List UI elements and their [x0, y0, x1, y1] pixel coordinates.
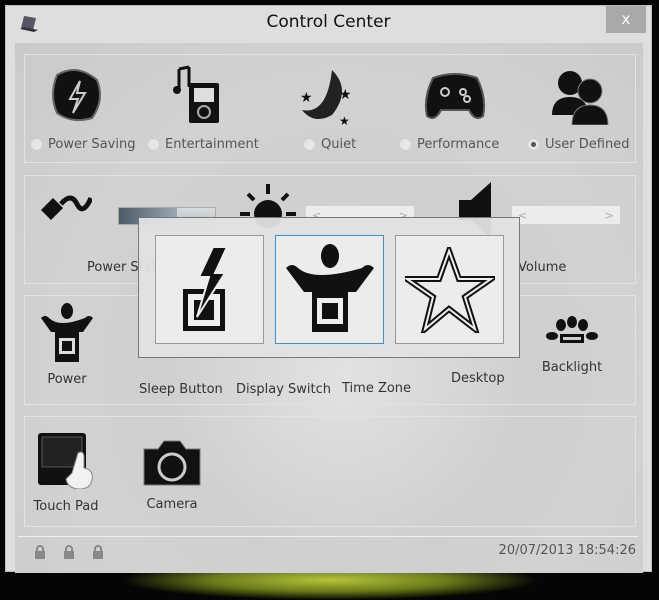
cpu-person-icon — [285, 243, 374, 332]
mode-section: ★ ★ ★ Power Saving Entertainment Quiet Per… — [24, 54, 636, 163]
device-camera[interactable]: Camera — [137, 435, 207, 512]
window-title: Control Center — [266, 12, 391, 32]
caps-lock-icon — [64, 545, 74, 559]
volume-slider[interactable]: < > — [512, 206, 620, 224]
svg-text:★: ★ — [339, 87, 352, 103]
feature-label: Backlight — [541, 360, 603, 375]
feature-backlight[interactable]: Backlight — [540, 316, 604, 375]
feature-desktop[interactable]: Desktop — [451, 371, 505, 386]
mode-radio-entertainment[interactable]: Entertainment — [147, 137, 259, 152]
star-icon — [404, 246, 495, 333]
volume-label: Volume — [518, 260, 567, 275]
radio-indicator — [30, 138, 43, 151]
scroll-lock-icon — [93, 545, 103, 559]
feature-label: Power — [47, 372, 87, 387]
status-bar: 20/07/2013 18:54:26 — [18, 536, 638, 566]
radio-indicator — [527, 138, 540, 151]
camera-icon — [143, 440, 201, 486]
radio-indicator — [399, 138, 412, 151]
mode-radio-performance[interactable]: Performance — [399, 137, 499, 152]
power-mode-popup — [138, 217, 520, 358]
radio-indicator — [303, 138, 316, 151]
touchpad-icon — [38, 433, 93, 490]
mode-radio-user-defined[interactable]: User Defined — [527, 137, 629, 152]
users-icon — [552, 71, 609, 125]
num-lock-icon — [35, 545, 45, 559]
device-label: Touch Pad — [33, 499, 99, 514]
popup-option-cpu-person[interactable] — [275, 235, 384, 344]
popup-option-star[interactable] — [395, 235, 504, 344]
music-player-icon — [173, 65, 219, 123]
chevron-right-icon[interactable]: > — [605, 209, 614, 222]
cpu-bolt-icon — [182, 245, 229, 331]
moon-stars-icon: ★ ★ ★ — [300, 70, 352, 127]
mode-radio-power-saving[interactable]: Power Saving — [30, 137, 135, 152]
power-plug-icon — [41, 195, 92, 220]
radio-indicator — [147, 138, 160, 151]
feature-power[interactable]: Power — [37, 302, 97, 387]
feature-sleep-button[interactable]: Sleep Button — [139, 382, 223, 397]
datetime: 20/07/2013 18:54:26 — [498, 543, 636, 558]
device-label: Camera — [146, 497, 198, 512]
battery-bolt-icon — [52, 69, 102, 122]
feature-display-switch[interactable]: Display Switch — [236, 382, 331, 397]
svg-text:★: ★ — [300, 90, 313, 106]
cpu-person-icon — [41, 303, 93, 362]
gamepad-icon — [424, 73, 486, 119]
backlight-icon — [546, 316, 598, 343]
close-button[interactable]: x — [606, 6, 646, 33]
svg-text:★: ★ — [339, 114, 350, 127]
mode-radio-quiet[interactable]: Quiet — [303, 137, 356, 152]
device-touch-pad[interactable]: Touch Pad — [31, 431, 101, 514]
feature-time-zone[interactable]: Time Zone — [342, 381, 411, 396]
popup-option-cpu-bolt[interactable] — [155, 235, 264, 344]
devices-section: Touch Pad Camera — [24, 416, 636, 527]
